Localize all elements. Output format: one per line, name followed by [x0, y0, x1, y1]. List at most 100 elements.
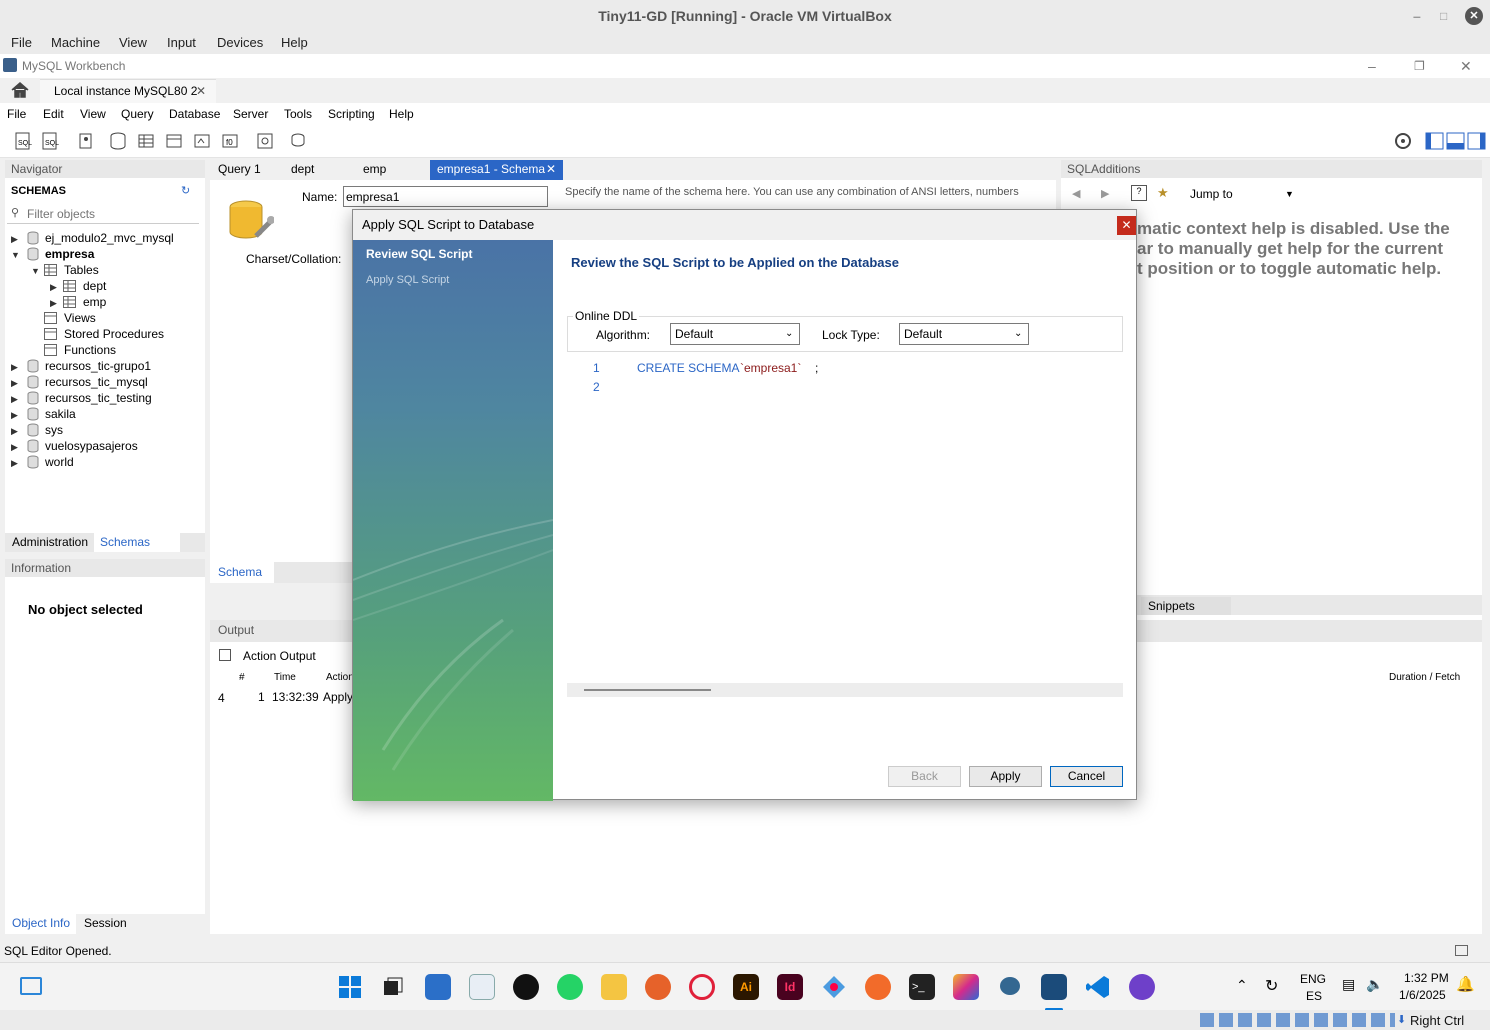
schema-name-input[interactable] [343, 186, 548, 207]
new-sql-tab-icon[interactable]: SQL [13, 131, 33, 151]
wb-minimize-button[interactable]: – [1368, 54, 1376, 78]
schema-item[interactable]: recursos_tic-grupo1 [45, 359, 151, 373]
jump-to-dropdown[interactable]: Jump to ▼ [1186, 185, 1298, 204]
vbox-menu-devices[interactable]: Devices [217, 35, 263, 50]
whatsapp-icon[interactable] [557, 974, 583, 1000]
terminal-icon[interactable]: >_ [909, 974, 935, 1000]
volume-icon[interactable]: 🔈 [1366, 976, 1383, 993]
tab-query-1[interactable]: Query 1 [210, 160, 269, 180]
task-view-icon[interactable] [380, 974, 406, 1000]
table-item[interactable]: emp [83, 295, 106, 309]
collapse-icon[interactable]: ▼ [31, 266, 40, 276]
manual-help-icon[interactable]: ? [1131, 185, 1147, 201]
toggle-sidebar-icon[interactable] [1425, 131, 1444, 151]
toggle-secondary-sidebar-icon[interactable] [1467, 131, 1486, 151]
illustrator-icon[interactable]: Ai [733, 974, 759, 1000]
algorithm-select[interactable]: Default ⌄ [670, 323, 800, 345]
create-schema-icon[interactable] [108, 131, 128, 151]
tab-dept[interactable]: dept [283, 160, 322, 180]
menu-file[interactable]: File [7, 107, 26, 121]
sync-icon[interactable]: ↻ [1265, 976, 1278, 996]
toggle-output-icon[interactable] [1446, 131, 1465, 151]
notepad-icon[interactable] [425, 974, 451, 1000]
close-icon[interactable]: ✕ [546, 160, 556, 179]
create-table-icon[interactable] [136, 131, 156, 151]
region-code[interactable]: ES [1306, 989, 1322, 1003]
back-button[interactable]: Back [888, 766, 961, 787]
expand-icon[interactable]: ▶ [50, 282, 57, 293]
forward-arrow-icon[interactable]: ▶ [1101, 187, 1109, 200]
expand-icon[interactable]: ▶ [11, 410, 18, 421]
tab-emp[interactable]: emp [355, 160, 394, 180]
vbox-close-button[interactable]: ✕ [1465, 7, 1483, 25]
create-procedure-icon[interactable] [192, 131, 212, 151]
tab-schema[interactable]: Schema [210, 562, 274, 583]
firefox-icon[interactable] [645, 974, 671, 1000]
open-sql-script-icon[interactable]: SQL [40, 131, 60, 151]
menu-tools[interactable]: Tools [284, 107, 312, 121]
wb-restore-button[interactable]: ❐ [1414, 54, 1425, 78]
tab-object-info[interactable]: Object Info [5, 914, 76, 934]
vbox-menu-file[interactable]: File [11, 35, 32, 50]
menu-edit[interactable]: Edit [43, 107, 64, 121]
search-table-data-icon[interactable] [255, 131, 275, 151]
schema-item[interactable]: sakila [45, 407, 76, 421]
schema-item[interactable]: vuelosypasajeros [45, 439, 138, 453]
tab-schemas[interactable]: Schemas [94, 533, 180, 552]
menu-view[interactable]: View [80, 107, 106, 121]
home-icon[interactable] [10, 81, 30, 99]
git-kraken-icon[interactable] [821, 974, 847, 1000]
refresh-icon[interactable]: ↻ [181, 184, 190, 197]
views-node[interactable]: Views [64, 311, 96, 325]
vbox-menu-input[interactable]: Input [167, 35, 196, 50]
opera-icon[interactable] [689, 974, 715, 1000]
intellij-icon[interactable] [953, 974, 979, 1000]
apply-button[interactable]: Apply [969, 766, 1042, 787]
vscode-icon[interactable] [1085, 974, 1111, 1000]
chevron-up-icon[interactable]: ⌃ [1236, 977, 1248, 994]
create-function-icon[interactable]: f0 [220, 131, 240, 151]
expand-icon[interactable]: ▶ [11, 426, 18, 437]
scrollbar-thumb[interactable] [584, 689, 711, 691]
postman-icon[interactable] [865, 974, 891, 1000]
clock-date[interactable]: 1/6/2025 [1399, 988, 1446, 1002]
collapse-icon[interactable]: ▼ [11, 250, 20, 260]
pgadmin-icon[interactable] [997, 974, 1023, 1000]
widgets-icon[interactable] [20, 977, 42, 995]
expand-icon[interactable]: ▶ [11, 362, 18, 373]
reconnect-icon[interactable] [288, 131, 308, 151]
expand-icon[interactable]: ▶ [11, 442, 18, 453]
lock-type-select[interactable]: Default ⌄ [899, 323, 1029, 345]
tables-node[interactable]: Tables [64, 263, 99, 277]
menu-scripting[interactable]: Scripting [328, 107, 375, 121]
vbox-menu-view[interactable]: View [119, 35, 147, 50]
vbox-maximize-button[interactable]: □ [1440, 0, 1447, 33]
vbox-menu-machine[interactable]: Machine [51, 35, 100, 50]
schema-item[interactable]: recursos_tic_mysql [45, 375, 148, 389]
vbox-minimize-button[interactable]: – [1413, 0, 1421, 33]
settings-icon[interactable] [1393, 131, 1413, 151]
copy-icon[interactable] [219, 649, 231, 661]
connection-tab[interactable]: Local instance MySQL80 2 ✕ [40, 79, 216, 103]
schema-item[interactable]: world [45, 455, 74, 469]
github-icon[interactable] [1129, 974, 1155, 1000]
auto-help-icon[interactable]: ★ [1157, 185, 1169, 201]
schema-item-active[interactable]: empresa [45, 247, 94, 261]
close-icon[interactable]: ✕ [1117, 216, 1136, 235]
menu-database[interactable]: Database [169, 107, 220, 121]
indesign-icon[interactable]: Id [777, 974, 803, 1000]
menu-help[interactable]: Help [389, 107, 414, 121]
tab-administration[interactable]: Administration [5, 533, 94, 552]
expand-icon[interactable]: ▶ [50, 298, 57, 309]
github-desktop-icon[interactable] [513, 974, 539, 1000]
close-icon[interactable]: ✕ [196, 80, 206, 102]
vbox-device-icons[interactable] [1200, 1013, 1395, 1027]
tab-snippets[interactable]: Snippets [1141, 597, 1231, 615]
procedures-node[interactable]: Stored Procedures [64, 327, 164, 341]
photos-icon[interactable] [469, 974, 495, 1000]
schema-item[interactable]: recursos_tic_testing [45, 391, 152, 405]
menu-query[interactable]: Query [121, 107, 154, 121]
network-icon[interactable]: ▤ [1342, 976, 1355, 993]
back-arrow-icon[interactable]: ◀ [1072, 187, 1080, 200]
file-explorer-icon[interactable] [601, 974, 627, 1000]
